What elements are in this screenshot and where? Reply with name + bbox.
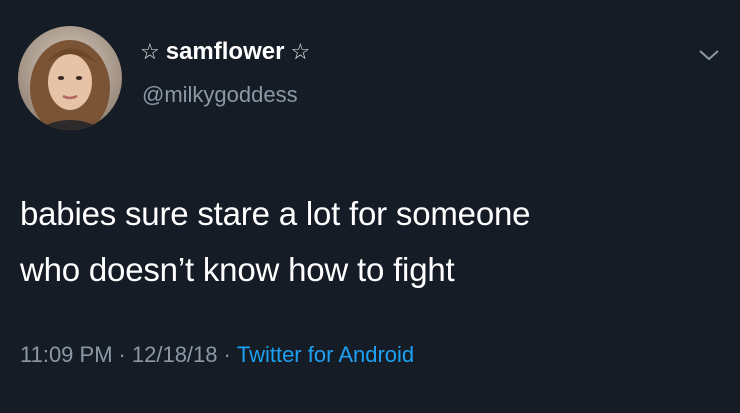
tweet-card: ☆ samflower ☆ @milkygoddess babies sure … (0, 0, 740, 413)
star-left-icon: ☆ (140, 39, 160, 64)
tweet-time[interactable]: 11:09 PM (20, 342, 113, 367)
avatar[interactable] (18, 26, 122, 130)
separator: · (223, 342, 231, 367)
tweet-date[interactable]: 12/18/18 (132, 342, 218, 367)
star-right-icon: ☆ (290, 39, 311, 64)
display-name[interactable]: ☆ samflower ☆ (140, 40, 310, 64)
separator: · (118, 342, 126, 367)
tweet-text: babies sure stare a lot for someone who … (20, 186, 720, 298)
tweet-text-line: who doesn’t know how to fight (20, 251, 455, 288)
user-handle[interactable]: @milkygoddess (142, 84, 298, 106)
avatar-photo (18, 26, 122, 130)
chevron-down-icon[interactable] (698, 48, 720, 62)
tweet-text-line: babies sure stare a lot for someone (20, 195, 531, 232)
tweet-meta: 11:09 PM · 12/18/18 · Twitter for Android (20, 344, 414, 366)
display-name-text: samflower (165, 38, 285, 65)
tweet-source-link[interactable]: Twitter for Android (237, 342, 414, 367)
